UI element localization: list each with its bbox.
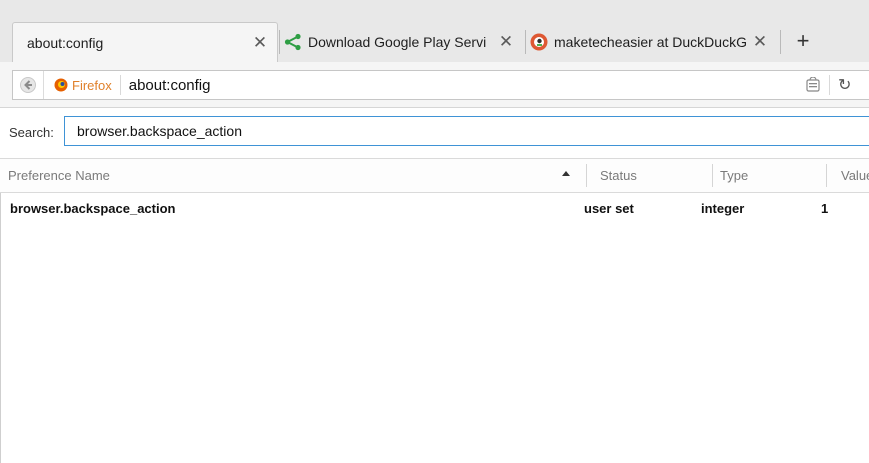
back-arrow-icon	[20, 77, 36, 93]
new-tab-button[interactable]: +	[790, 30, 816, 54]
url-bar-actions: ↻	[805, 75, 851, 95]
search-label: Search:	[9, 124, 54, 140]
column-separator[interactable]	[712, 164, 713, 187]
tab-duckduckgo[interactable]: maketecheasier at DuckDuckG ✕	[529, 22, 777, 62]
browser-window: about:config ✕ Download Google Play Serv…	[0, 0, 869, 463]
share-icon	[283, 32, 303, 52]
column-header-type[interactable]: Type	[720, 159, 748, 192]
tab-title: maketecheasier at DuckDuckG	[554, 34, 747, 50]
sort-ascending-icon[interactable]	[562, 171, 570, 176]
identity-label: Firefox	[72, 77, 112, 93]
tab-separator	[279, 30, 280, 54]
search-input[interactable]	[64, 116, 869, 146]
tab-about-config[interactable]: about:config ✕	[12, 22, 278, 62]
value-cell: 1	[821, 200, 829, 216]
column-header-preference-name[interactable]: Preference Name	[8, 159, 110, 192]
column-header-value[interactable]: Value	[841, 159, 869, 192]
close-icon[interactable]: ✕	[749, 32, 771, 52]
column-header-status[interactable]: Status	[600, 159, 637, 192]
duckduckgo-icon	[529, 32, 549, 52]
reload-icon[interactable]: ↻	[838, 75, 851, 95]
tab-separator	[780, 30, 781, 54]
url-text[interactable]: about:config	[121, 77, 211, 94]
firefox-icon	[54, 78, 68, 92]
column-separator[interactable]	[586, 164, 587, 187]
url-bar[interactable]: Firefox about:config	[12, 70, 869, 100]
status-cell: user set	[584, 200, 634, 216]
divider	[829, 75, 830, 95]
tab-title: Download Google Play Servi	[308, 34, 487, 50]
search-row: Search:	[0, 108, 869, 156]
tab-title: about:config	[27, 34, 104, 51]
table-row[interactable]: browser.backspace_action user set intege…	[1, 193, 869, 223]
type-cell: integer	[701, 200, 745, 216]
close-icon[interactable]: ✕	[495, 32, 517, 52]
tab-download-google-play[interactable]: Download Google Play Servi ✕	[283, 22, 523, 62]
tab-strip: about:config ✕ Download Google Play Serv…	[0, 0, 869, 62]
preferences-table-body: browser.backspace_action user set intege…	[0, 193, 869, 463]
identity-box[interactable]: Firefox	[44, 75, 121, 95]
column-separator[interactable]	[826, 164, 827, 187]
preferences-table-header: Preference Name Status Type Value	[0, 158, 869, 193]
preference-name-cell: browser.backspace_action	[10, 200, 176, 216]
tab-separator	[525, 30, 526, 54]
navigation-bar: Firefox about:config ↻	[0, 62, 869, 108]
reader-view-icon	[806, 77, 820, 92]
close-icon[interactable]: ✕	[249, 33, 271, 53]
back-button[interactable]	[13, 71, 44, 99]
